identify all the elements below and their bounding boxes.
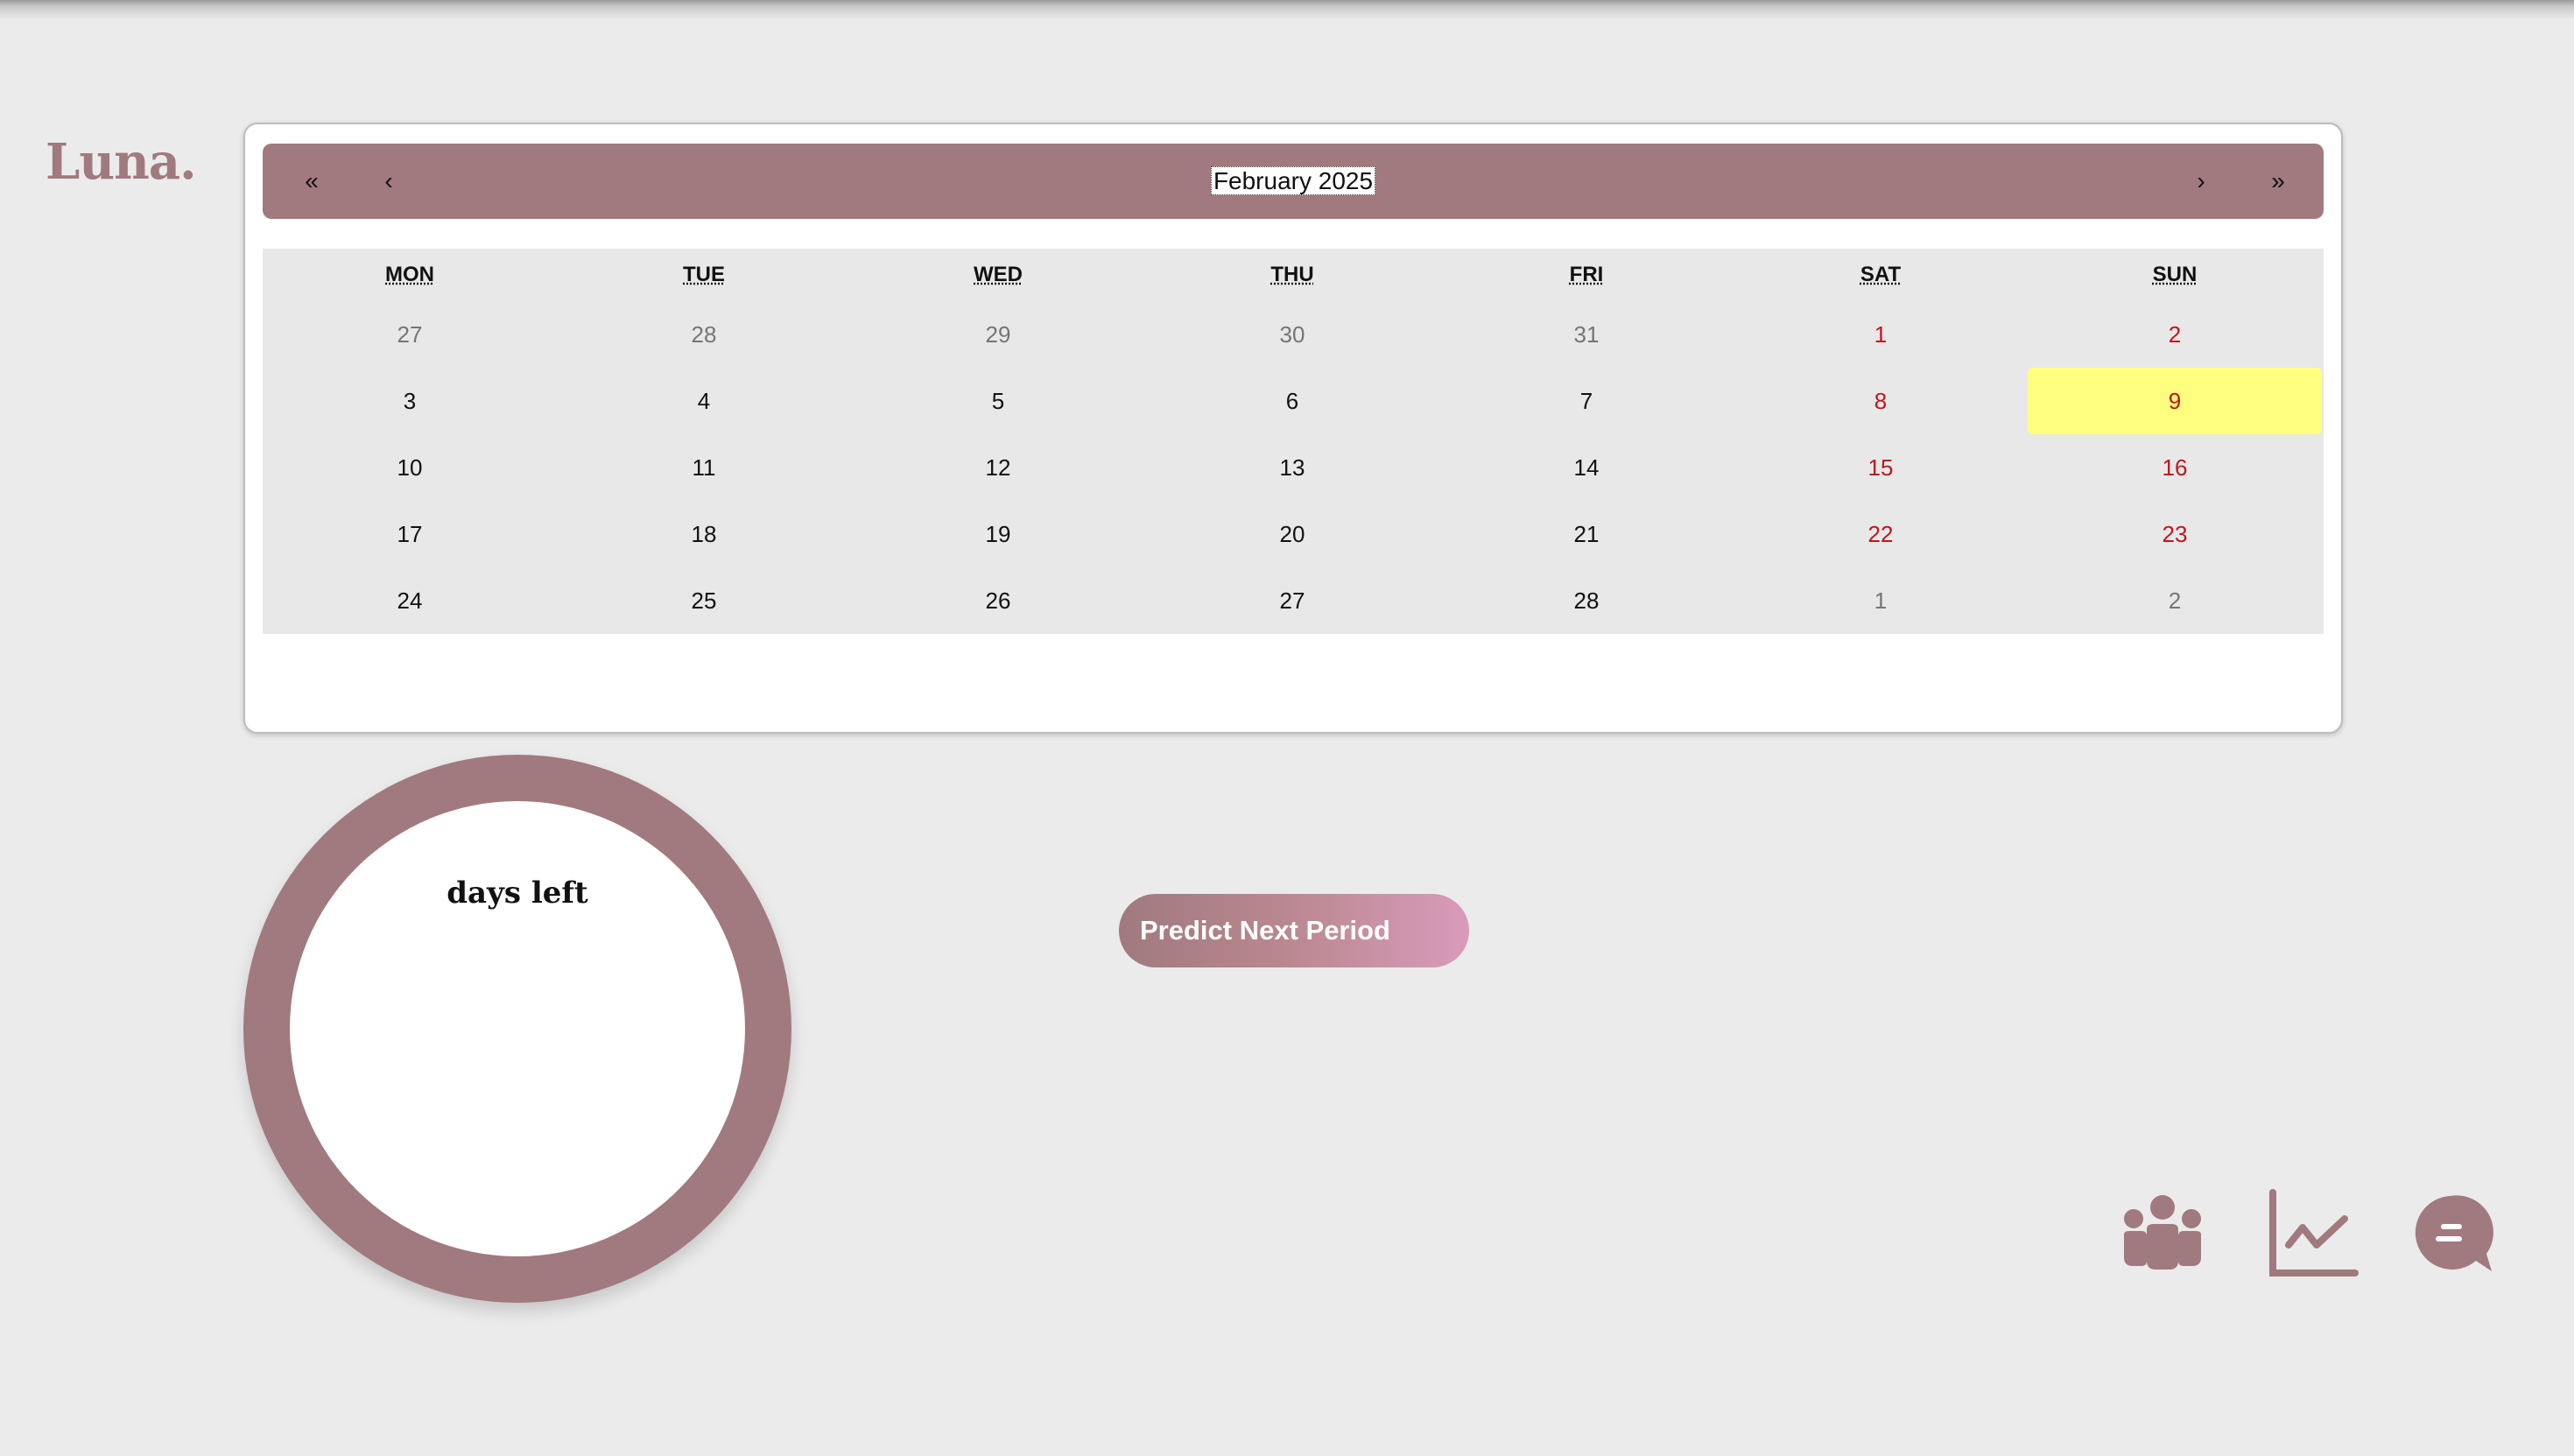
- calendar-navigation: « ‹ February 2025 › »: [263, 144, 2324, 219]
- day-cell[interactable]: 16: [2028, 434, 2322, 501]
- weekday-label: FRI: [1569, 263, 1604, 286]
- day-cell[interactable]: 18: [557, 501, 851, 567]
- weekday-label: MON: [385, 263, 434, 286]
- day-cell[interactable]: 27: [263, 301, 557, 368]
- day-cell[interactable]: 8: [1734, 368, 2028, 434]
- weekday-header: THU: [1145, 249, 1439, 301]
- day-cell[interactable]: 13: [1145, 434, 1439, 501]
- chat-icon[interactable]: [2411, 1192, 2493, 1275]
- day-cell[interactable]: 1: [1734, 301, 2028, 368]
- community-icon[interactable]: [2120, 1192, 2205, 1271]
- day-cell[interactable]: 30: [1145, 301, 1439, 368]
- weekday-header: SUN: [2028, 249, 2322, 301]
- weekday-label: SAT: [1860, 263, 1902, 286]
- day-cell[interactable]: 2: [2028, 567, 2322, 634]
- month-label[interactable]: February 2025: [263, 144, 2324, 219]
- day-cell[interactable]: 25: [557, 567, 851, 634]
- weekday-header: TUE: [557, 249, 851, 301]
- day-cell[interactable]: 15: [1734, 434, 2028, 501]
- weekday-header: SAT: [1734, 249, 2028, 301]
- month-label-text: February 2025: [1210, 166, 1376, 195]
- day-cell[interactable]: 24: [263, 567, 557, 634]
- day-cell[interactable]: 20: [1145, 501, 1439, 567]
- day-cell[interactable]: 11: [557, 434, 851, 501]
- day-cell[interactable]: 29: [851, 301, 1145, 368]
- days-left-inner: days left: [290, 801, 745, 1256]
- calendar-grid: MON TUE WED THU FRI SAT SUN 27 28 29 30 …: [263, 249, 2324, 634]
- day-cell[interactable]: 14: [1439, 434, 1734, 501]
- weekday-header: WED: [851, 249, 1145, 301]
- browser-top-edge: [0, 0, 2574, 19]
- day-cell[interactable]: 17: [263, 501, 557, 567]
- day-cell[interactable]: 23: [2028, 501, 2322, 567]
- day-cell-today[interactable]: 9: [2028, 368, 2322, 434]
- next-month-button[interactable]: ›: [2166, 144, 2236, 219]
- weekday-label: TUE: [683, 263, 725, 286]
- day-cell[interactable]: 27: [1145, 567, 1439, 634]
- weekday-header: MON: [263, 249, 557, 301]
- day-cell[interactable]: 28: [1439, 567, 1734, 634]
- day-cell[interactable]: 7: [1439, 368, 1734, 434]
- app-logo: Luna.: [46, 133, 197, 191]
- day-cell[interactable]: 3: [263, 368, 557, 434]
- day-cell[interactable]: 26: [851, 567, 1145, 634]
- weekday-label: SUN: [2152, 263, 2198, 286]
- calendar-card: « ‹ February 2025 › » MON TUE WED THU FR…: [243, 123, 2343, 734]
- predict-next-period-button[interactable]: Predict Next Period: [1119, 894, 1469, 967]
- day-cell[interactable]: 19: [851, 501, 1145, 567]
- day-cell[interactable]: 22: [1734, 501, 2028, 567]
- weekday-header: FRI: [1439, 249, 1734, 301]
- day-cell[interactable]: 5: [851, 368, 1145, 434]
- day-cell[interactable]: 2: [2028, 301, 2322, 368]
- day-cell[interactable]: 10: [263, 434, 557, 501]
- day-cell[interactable]: 12: [851, 434, 1145, 501]
- chart-icon[interactable]: [2268, 1189, 2359, 1278]
- day-cell[interactable]: 31: [1439, 301, 1734, 368]
- days-left-ring: days left: [243, 755, 791, 1303]
- weekday-label: THU: [1270, 263, 1314, 286]
- day-cell[interactable]: 6: [1145, 368, 1439, 434]
- day-cell[interactable]: 1: [1734, 567, 2028, 634]
- day-cell[interactable]: 21: [1439, 501, 1734, 567]
- day-cell[interactable]: 4: [557, 368, 851, 434]
- next-year-button[interactable]: »: [2243, 144, 2313, 219]
- weekday-label: WED: [974, 263, 1023, 286]
- day-cell[interactable]: 28: [557, 301, 851, 368]
- days-left-label: days left: [447, 876, 588, 911]
